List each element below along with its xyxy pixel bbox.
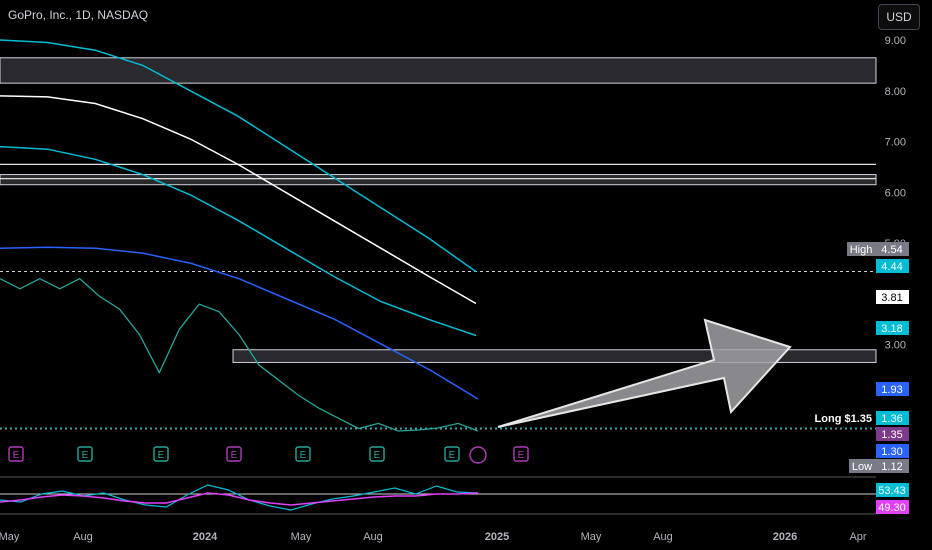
price-badge-label: 1.30 <box>881 446 902 458</box>
x-tick-label: May <box>291 531 312 543</box>
earnings-marker-label: E <box>300 450 307 461</box>
price-badge-label: 3.18 <box>881 323 902 335</box>
price-badge-label: 1.93 <box>881 384 902 396</box>
currency-button[interactable]: USD <box>878 4 920 30</box>
zone-rect <box>0 174 877 186</box>
earnings-marker-label: E <box>82 450 89 461</box>
x-tick-label: Aug <box>363 531 383 543</box>
y-tick-label: 7.00 <box>885 137 906 149</box>
x-tick-label: Aug <box>653 531 673 543</box>
earnings-marker-label: E <box>374 450 381 461</box>
osc-badge-label: 53.43 <box>878 485 906 497</box>
long-label: Long $1.35 <box>815 413 872 425</box>
x-tick-label: Apr <box>849 531 866 543</box>
earnings-marker-label: E <box>158 450 165 461</box>
y-tick-label: 6.00 <box>885 187 906 199</box>
chart-title: GoPro, Inc., 1D, NASDAQ <box>8 8 149 22</box>
y-tick-label: 9.00 <box>885 35 906 47</box>
price-badge-label: 1.12 <box>881 461 902 473</box>
high-tag-label: High <box>850 244 873 256</box>
low-tag-label: Low <box>852 461 872 473</box>
x-tick-label: 2024 <box>193 531 218 543</box>
osc-badge-label: 49.30 <box>878 502 906 514</box>
price-badge-label: 1.35 <box>881 429 902 441</box>
earnings-marker-label: E <box>231 450 238 461</box>
earnings-marker-label: E <box>449 450 456 461</box>
price-badge-label: 3.81 <box>881 292 902 304</box>
earnings-marker-label: E <box>518 450 525 461</box>
price-badge-label: 4.44 <box>881 261 902 273</box>
y-tick-label: 3.00 <box>885 340 906 352</box>
x-tick-label: Aug <box>73 531 93 543</box>
y-tick-label: 8.00 <box>885 86 906 98</box>
earnings-marker-label: E <box>13 450 20 461</box>
price-badge-label: 1.36 <box>881 413 902 425</box>
x-tick-label: May <box>581 531 602 543</box>
x-tick-label: 2025 <box>485 531 509 543</box>
x-tick-label: 2026 <box>773 531 797 543</box>
price-chart[interactable]: EEEEEEEE9.008.007.006.005.004.003.00MayA… <box>0 0 932 550</box>
x-tick-label: May <box>0 531 20 543</box>
price-badge-label: 4.54 <box>881 244 902 256</box>
